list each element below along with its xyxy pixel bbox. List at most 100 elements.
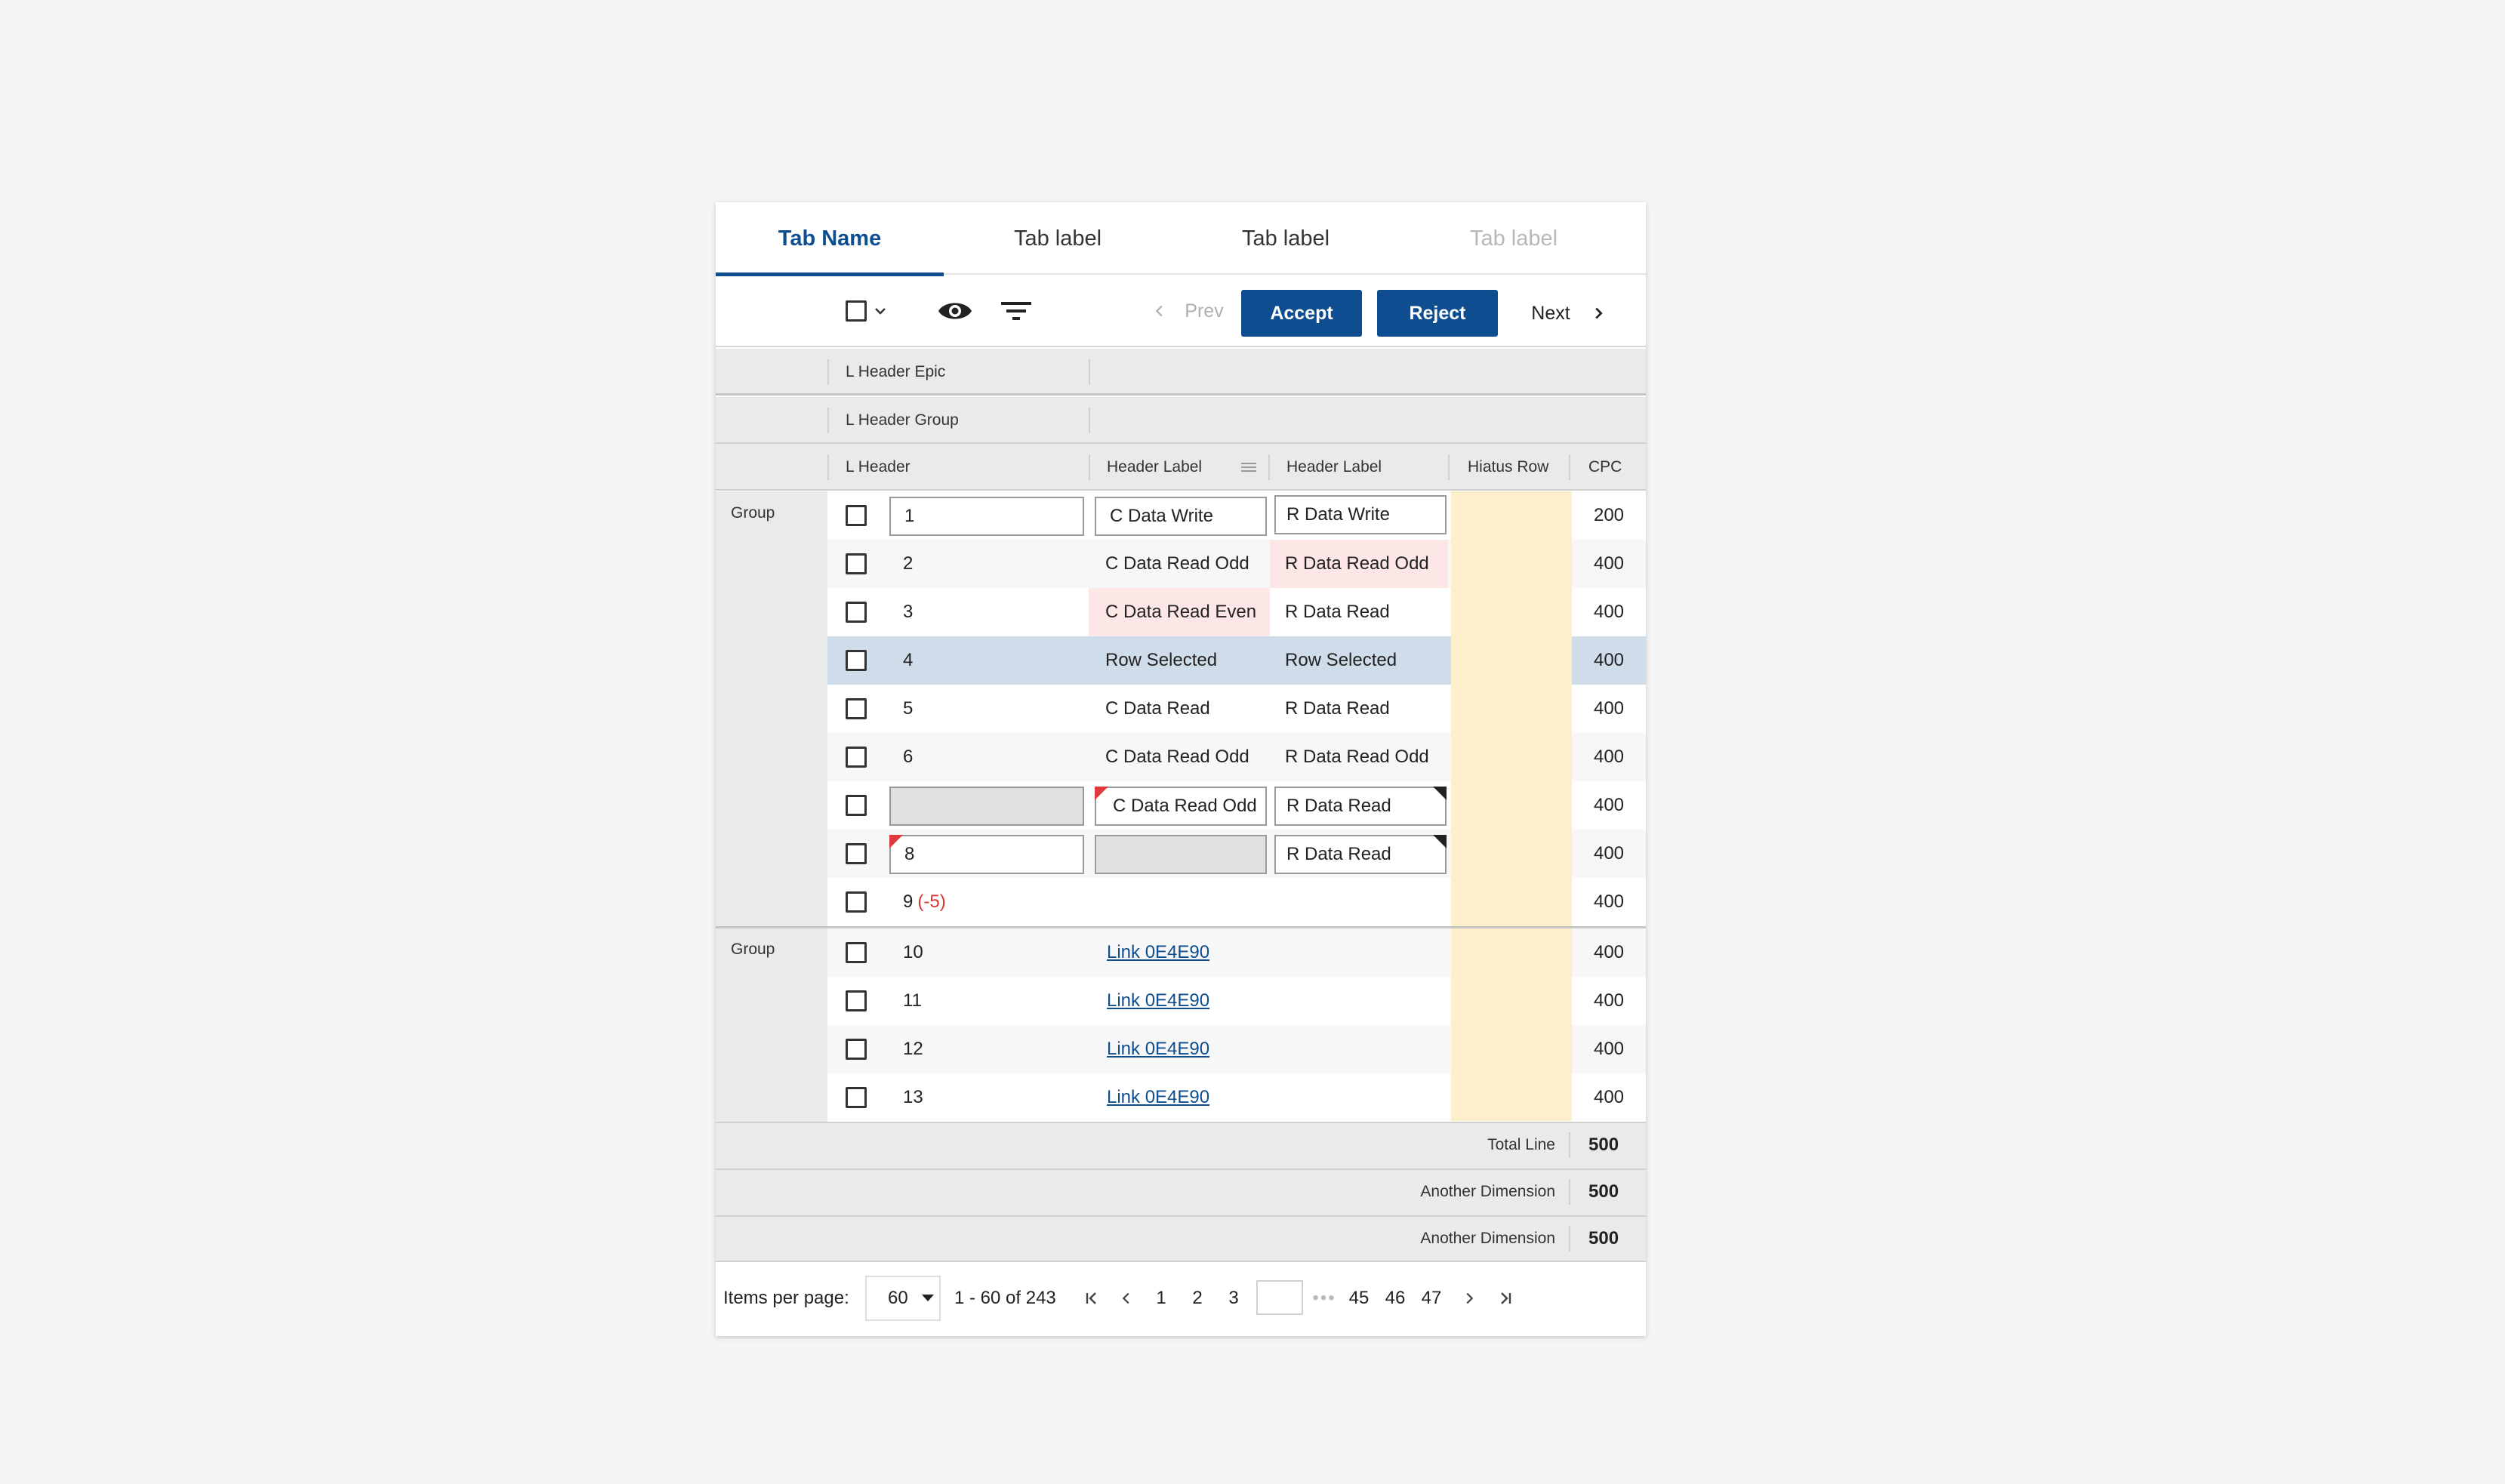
row-checkbox[interactable] bbox=[846, 990, 867, 1011]
column-divider bbox=[1569, 1179, 1570, 1205]
items-per-page-label: Items per page: bbox=[723, 1288, 849, 1308]
next-page-button[interactable] bbox=[1457, 1280, 1481, 1316]
l-value: 11 bbox=[903, 990, 922, 1011]
cpc-value: 400 bbox=[1593, 602, 1625, 622]
row-link[interactable]: Link 0E4E90 bbox=[1107, 928, 1209, 977]
l-value: 2 bbox=[903, 553, 914, 574]
cpc-value: 400 bbox=[1593, 942, 1625, 962]
l-input[interactable]: 1 bbox=[889, 497, 1084, 536]
filter-button[interactable] bbox=[998, 293, 1034, 329]
row-checkbox[interactable] bbox=[846, 553, 867, 574]
tab-tab-name[interactable]: Tab Name bbox=[716, 202, 944, 276]
row-checkbox[interactable] bbox=[846, 1039, 867, 1060]
view-button[interactable] bbox=[936, 293, 974, 329]
row-checkbox[interactable] bbox=[846, 891, 867, 913]
page-button-1[interactable]: 1 bbox=[1151, 1280, 1172, 1316]
row-number: 9 bbox=[903, 891, 914, 912]
row-checkbox[interactable] bbox=[846, 698, 867, 719]
page-button-45[interactable]: 45 bbox=[1344, 1280, 1374, 1316]
page-range: 1 - 60 of 243 bbox=[954, 1288, 1056, 1308]
r-value: R Data Read Odd bbox=[1285, 553, 1429, 574]
drag-handle-icon[interactable] bbox=[1241, 460, 1256, 474]
c-value: C Data Read Odd bbox=[1105, 747, 1249, 767]
l-input[interactable]: 8 bbox=[889, 835, 1084, 874]
total-value: 500 bbox=[1588, 1135, 1619, 1155]
cpc-value: 400 bbox=[1593, 747, 1625, 767]
cpc-value: 400 bbox=[1593, 795, 1625, 815]
items-per-page-select[interactable]: 60 bbox=[865, 1276, 941, 1321]
row-link[interactable]: Link 0E4E90 bbox=[1107, 1073, 1209, 1122]
page-button-3[interactable]: 3 bbox=[1223, 1280, 1244, 1316]
column-divider bbox=[827, 454, 829, 480]
column-divider bbox=[1089, 359, 1090, 385]
first-page-icon bbox=[1086, 1292, 1096, 1304]
r-value: Row Selected bbox=[1285, 650, 1397, 670]
r-input[interactable]: R Data Read bbox=[1274, 835, 1447, 874]
accept-button[interactable]: Accept bbox=[1241, 290, 1362, 337]
caret-down-icon bbox=[921, 1295, 934, 1301]
l-value: 5 bbox=[903, 698, 914, 719]
l-input-disabled bbox=[889, 787, 1084, 826]
checkbox-icon[interactable] bbox=[846, 300, 867, 322]
c-value: Row Selected bbox=[1105, 650, 1218, 670]
row-checkbox[interactable] bbox=[846, 650, 867, 671]
reject-button[interactable]: Reject bbox=[1377, 290, 1498, 337]
cpc-value: 400 bbox=[1593, 891, 1625, 912]
column-divider bbox=[1089, 454, 1090, 480]
total-value: 500 bbox=[1588, 1228, 1619, 1248]
c-input-disabled bbox=[1095, 835, 1267, 874]
page-button-2[interactable]: 2 bbox=[1187, 1280, 1208, 1316]
page-button-46[interactable]: 46 bbox=[1380, 1280, 1410, 1316]
cpc-value: 400 bbox=[1593, 650, 1625, 670]
c-input[interactable]: C Data Write bbox=[1095, 497, 1267, 536]
column-divider bbox=[827, 408, 829, 433]
chevron-left-icon bbox=[1156, 305, 1163, 317]
tab-label-2[interactable]: Tab label bbox=[1172, 202, 1400, 275]
row-checkbox[interactable] bbox=[846, 602, 867, 623]
column-divider bbox=[1089, 408, 1090, 433]
tab-bar: Tab Name Tab label Tab label Tab label bbox=[716, 202, 1646, 276]
l-value: 6 bbox=[903, 747, 914, 767]
c-value: C Data Read Odd bbox=[1105, 553, 1249, 574]
r-input[interactable]: R Data Read bbox=[1274, 787, 1447, 826]
total-label: Another Dimension bbox=[1420, 1183, 1555, 1200]
tab-label-1[interactable]: Tab label bbox=[944, 202, 1172, 275]
row-checkbox[interactable] bbox=[846, 1087, 867, 1108]
filter-icon bbox=[1001, 302, 1031, 320]
row-link[interactable]: Link 0E4E90 bbox=[1107, 977, 1209, 1025]
cpc-value: 400 bbox=[1593, 698, 1625, 719]
r-input[interactable]: R Data Write bbox=[1274, 495, 1447, 534]
items-per-page-value: 60 bbox=[888, 1288, 908, 1308]
column-header-hiatus[interactable]: Hiatus Row bbox=[1468, 444, 1548, 491]
next-label: Next bbox=[1531, 302, 1570, 324]
total-value: 500 bbox=[1588, 1181, 1619, 1202]
row-checkbox[interactable] bbox=[846, 747, 867, 768]
column-header-l[interactable]: L Header bbox=[846, 444, 910, 491]
column-header-c[interactable]: Header Label bbox=[1107, 444, 1202, 491]
c-input[interactable]: C Data Read Odd bbox=[1095, 787, 1267, 826]
r-value: R Data Read bbox=[1285, 602, 1390, 622]
chevron-left-icon bbox=[1122, 1292, 1129, 1304]
hiatus-column bbox=[1451, 928, 1572, 1121]
first-page-button[interactable] bbox=[1080, 1280, 1104, 1316]
row-checkbox[interactable] bbox=[846, 942, 867, 963]
column-header-cpc[interactable]: CPC bbox=[1588, 444, 1622, 491]
row-link[interactable]: Link 0E4E90 bbox=[1107, 1025, 1209, 1073]
ellipsis-icon: ••• bbox=[1312, 1288, 1336, 1308]
prev-page-button[interactable] bbox=[1114, 1280, 1138, 1316]
row-checkbox[interactable] bbox=[846, 795, 867, 816]
row-checkbox[interactable] bbox=[846, 505, 867, 526]
hiatus-column bbox=[1451, 491, 1572, 926]
column-header-r[interactable]: Header Label bbox=[1286, 444, 1382, 491]
next-button[interactable]: Next bbox=[1516, 294, 1622, 332]
row-checkbox[interactable] bbox=[846, 843, 867, 864]
header-epic: L Header Epic bbox=[846, 363, 946, 380]
select-all-dropdown[interactable] bbox=[844, 294, 891, 328]
cpc-value: 400 bbox=[1593, 553, 1625, 574]
cpc-value: 200 bbox=[1593, 505, 1625, 525]
page-button-47[interactable]: 47 bbox=[1416, 1280, 1447, 1316]
last-page-button[interactable] bbox=[1493, 1280, 1517, 1316]
prev-button[interactable]: Prev bbox=[1131, 294, 1244, 328]
column-divider bbox=[1569, 454, 1570, 480]
page-jump-input[interactable] bbox=[1256, 1280, 1303, 1315]
